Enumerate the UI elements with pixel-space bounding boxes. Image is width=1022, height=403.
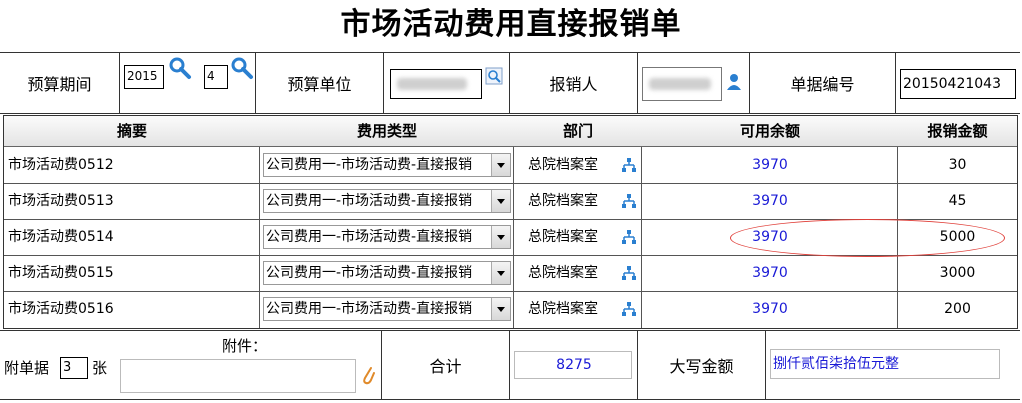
department-cell: 总院档案室 bbox=[528, 157, 598, 173]
claim-amount-cell[interactable]: 30 bbox=[898, 147, 1017, 183]
org-tree-icon[interactable] bbox=[621, 301, 637, 321]
summary-cell[interactable]: 市场活动费0516 bbox=[8, 291, 258, 327]
table-row: 市场活动费0515 公司费用一-市场活动费-直接报销 总院档案室 3970 3000 bbox=[4, 255, 1017, 292]
attach-count-suffix: 张 bbox=[92, 359, 108, 377]
expense-type-select[interactable]: 公司费用一-市场活动费-直接报销 bbox=[263, 261, 511, 285]
dropdown-arrow-icon[interactable] bbox=[491, 262, 510, 284]
available-balance-cell: 3970 bbox=[752, 157, 788, 173]
expense-type-select[interactable]: 公司费用一-市场活动费-直接报销 bbox=[263, 153, 511, 177]
highlight-ellipse bbox=[730, 219, 1005, 257]
attachment-label: 附件： bbox=[222, 337, 268, 355]
department-cell: 总院档案室 bbox=[528, 193, 598, 209]
expense-type-select[interactable]: 公司费用一-市场活动费-直接报销 bbox=[263, 189, 511, 213]
capital-amount-label: 大写金额 bbox=[638, 331, 766, 399]
budget-period-cell: 2015 4 bbox=[120, 53, 256, 113]
org-tree-icon[interactable] bbox=[621, 229, 637, 249]
org-tree-icon[interactable] bbox=[621, 193, 637, 213]
available-balance-cell: 3970 bbox=[752, 193, 788, 209]
claim-amount-cell[interactable]: 45 bbox=[898, 183, 1017, 219]
expense-type-value: 公司费用一-市场活动费-直接报销 bbox=[266, 265, 473, 281]
expense-type-value: 公司费用一-市场活动费-直接报销 bbox=[266, 157, 473, 173]
budget-period-label: 预算期间 bbox=[0, 53, 120, 113]
available-balance-cell: 3970 bbox=[752, 265, 788, 281]
attachment-cell: 附单据 3 张 附件： bbox=[0, 331, 382, 399]
summary-cell[interactable]: 市场活动费0513 bbox=[8, 183, 258, 219]
summary-cell[interactable]: 市场活动费0515 bbox=[8, 255, 258, 291]
budget-year-field[interactable]: 2015 bbox=[124, 65, 164, 89]
col-expense-type: 费用类型 bbox=[356, 122, 417, 140]
doc-no-field[interactable]: 20150421043 bbox=[900, 69, 1016, 99]
lookup-icon[interactable] bbox=[485, 67, 503, 85]
claim-amount-cell[interactable]: 3000 bbox=[898, 255, 1017, 291]
org-tree-icon[interactable] bbox=[621, 265, 637, 285]
search-icon[interactable] bbox=[230, 56, 254, 80]
table-row: 市场活动费0513 公司费用一-市场活动费-直接报销 总院档案室 3970 45 bbox=[4, 183, 1017, 220]
total-label: 合计 bbox=[382, 331, 510, 399]
user-icon[interactable] bbox=[725, 73, 743, 91]
total-amount: 8275 bbox=[514, 351, 632, 379]
expense-type-value: 公司费用一-市场活动费-直接报销 bbox=[266, 229, 473, 245]
budget-unit-cell bbox=[384, 53, 510, 113]
col-claim-amount: 报销金额 bbox=[927, 122, 988, 140]
summary-cell[interactable]: 市场活动费0514 bbox=[8, 219, 258, 255]
budget-unit-field[interactable] bbox=[390, 69, 482, 99]
expense-type-value: 公司费用一-市场活动费-直接报销 bbox=[266, 301, 473, 317]
capital-amount: 捌仟贰佰柒拾伍元整 bbox=[770, 349, 1000, 379]
dropdown-arrow-icon[interactable] bbox=[491, 154, 510, 176]
available-balance-cell: 3970 bbox=[752, 301, 788, 317]
budget-month-field[interactable]: 4 bbox=[204, 65, 228, 89]
expense-type-value: 公司费用一-市场活动费-直接报销 bbox=[266, 193, 473, 209]
col-available-balance: 可用余额 bbox=[739, 122, 800, 140]
table-row: 市场活动费0512 公司费用一-市场活动费-直接报销 总院档案室 3970 30 bbox=[4, 147, 1017, 184]
budget-unit-label: 预算单位 bbox=[256, 53, 384, 113]
form-title: 市场活动费用直接报销单 bbox=[340, 7, 682, 42]
department-cell: 总院档案室 bbox=[528, 265, 598, 281]
search-icon[interactable] bbox=[168, 56, 192, 80]
org-tree-icon[interactable] bbox=[621, 157, 637, 177]
form-header: 预算期间 2015 4 预算单位 报销人 单据编号 20150421043 bbox=[0, 52, 1020, 114]
col-summary: 摘要 bbox=[116, 122, 147, 140]
claimant-cell bbox=[638, 53, 750, 113]
dropdown-arrow-icon[interactable] bbox=[491, 226, 510, 248]
expense-type-select[interactable]: 公司费用一-市场活动费-直接报销 bbox=[263, 297, 511, 321]
expense-type-select[interactable]: 公司费用一-市场活动费-直接报销 bbox=[263, 225, 511, 249]
attachment-field[interactable] bbox=[120, 359, 356, 393]
paperclip-icon[interactable] bbox=[360, 363, 376, 387]
capital-amount-cell: 捌仟贰佰柒拾伍元整 bbox=[766, 331, 1020, 399]
department-cell: 总院档案室 bbox=[528, 301, 598, 317]
total-cell: 8275 bbox=[510, 331, 638, 399]
claimant-field[interactable] bbox=[642, 67, 722, 101]
dropdown-arrow-icon[interactable] bbox=[491, 298, 510, 320]
table-row: 市场活动费0516 公司费用一-市场活动费-直接报销 总院档案室 3970 200 bbox=[4, 291, 1017, 327]
form-footer: 附单据 3 张 附件： 合计 8275 大写金额 捌仟贰佰柒拾伍元整 bbox=[0, 330, 1020, 400]
claimant-label: 报销人 bbox=[510, 53, 638, 113]
claim-amount-cell[interactable]: 200 bbox=[898, 291, 1017, 327]
doc-no-label: 单据编号 bbox=[750, 53, 896, 113]
summary-cell[interactable]: 市场活动费0512 bbox=[8, 147, 258, 183]
dropdown-arrow-icon[interactable] bbox=[491, 190, 510, 212]
department-cell: 总院档案室 bbox=[528, 229, 598, 245]
attach-count-prefix: 附单据 bbox=[4, 359, 50, 377]
col-department: 部门 bbox=[562, 122, 593, 140]
doc-no-cell: 20150421043 bbox=[896, 53, 1020, 113]
attach-count-field[interactable]: 3 bbox=[60, 357, 88, 379]
grid-header: 摘要 费用类型 部门 可用余额 报销金额 bbox=[4, 116, 1017, 147]
